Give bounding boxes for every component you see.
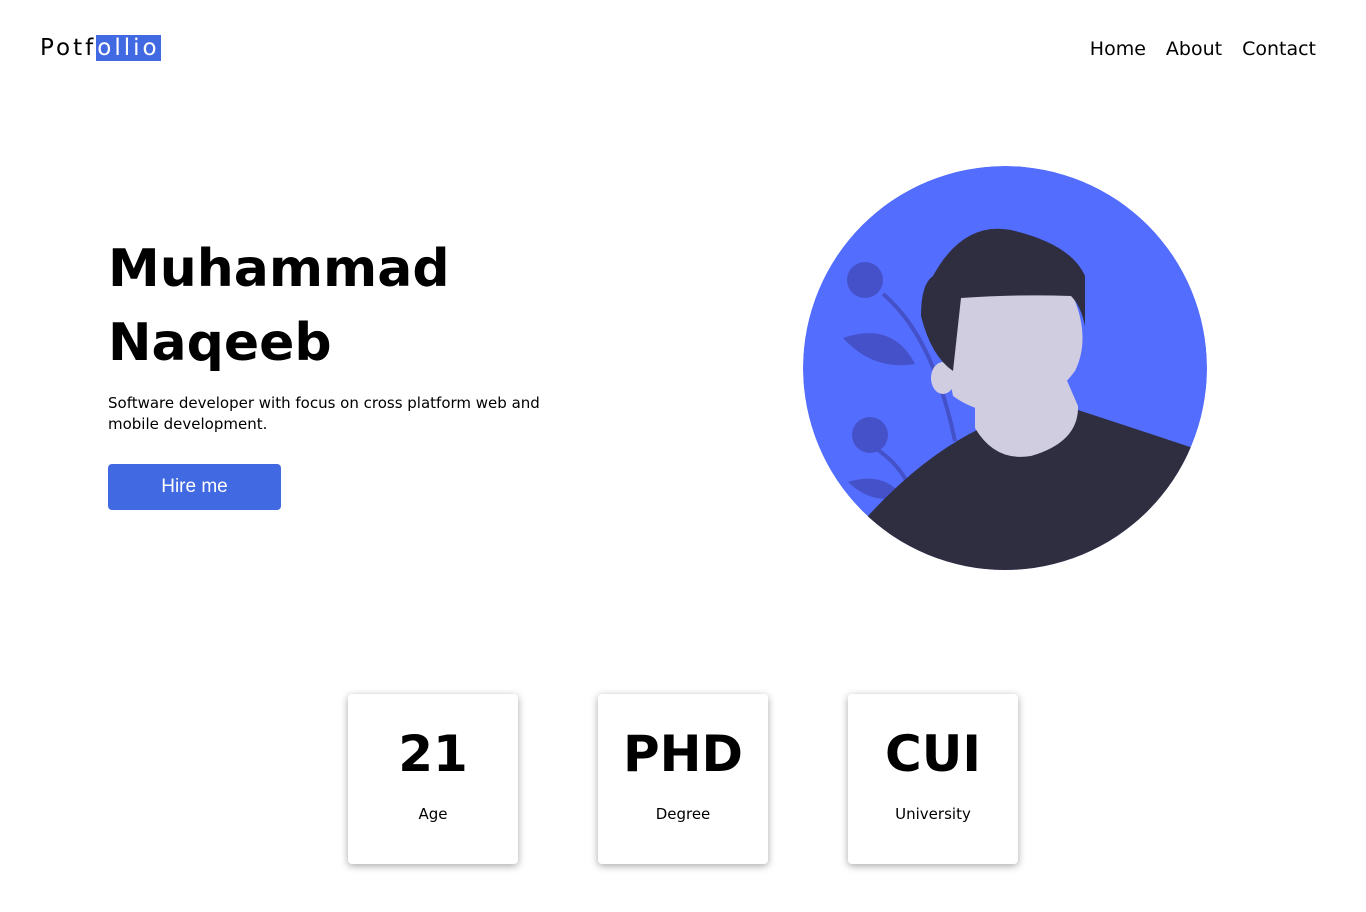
nav-home-link[interactable]: Home: [1090, 36, 1146, 62]
stats-row: 21 Age PHD Degree CUI University: [348, 694, 1018, 864]
stat-label: Degree: [655, 805, 711, 823]
stat-card-age: 21 Age: [348, 694, 518, 864]
stat-card-university: CUI University: [848, 694, 1018, 864]
main-nav: Home About Contact: [1090, 36, 1316, 62]
stat-label: University: [895, 805, 971, 823]
hero-name-first: Muhammad: [108, 239, 450, 299]
stat-card-degree: PHD Degree: [598, 694, 768, 864]
nav-contact-link[interactable]: Contact: [1242, 36, 1316, 62]
hero-description: Software developer with focus on cross p…: [108, 394, 540, 433]
logo-highlight: ollio: [96, 35, 161, 61]
stat-value: PHD: [623, 725, 743, 783]
stat-label: Age: [418, 805, 448, 823]
avatar-illustration: [803, 166, 1207, 570]
stat-value: 21: [398, 725, 468, 783]
logo[interactable]: Potfollio: [40, 33, 161, 64]
hero-name-last: Naqeeb: [108, 313, 332, 373]
stat-value: CUI: [885, 725, 981, 783]
hero-name: Muhammad Naqeeb: [108, 232, 450, 380]
nav-about-link[interactable]: About: [1166, 36, 1222, 62]
hire-me-button[interactable]: Hire me: [108, 464, 281, 510]
page: Potfollio Home About Contact Muhammad Naq…: [0, 0, 1366, 912]
logo-plain: Potf: [40, 35, 97, 61]
